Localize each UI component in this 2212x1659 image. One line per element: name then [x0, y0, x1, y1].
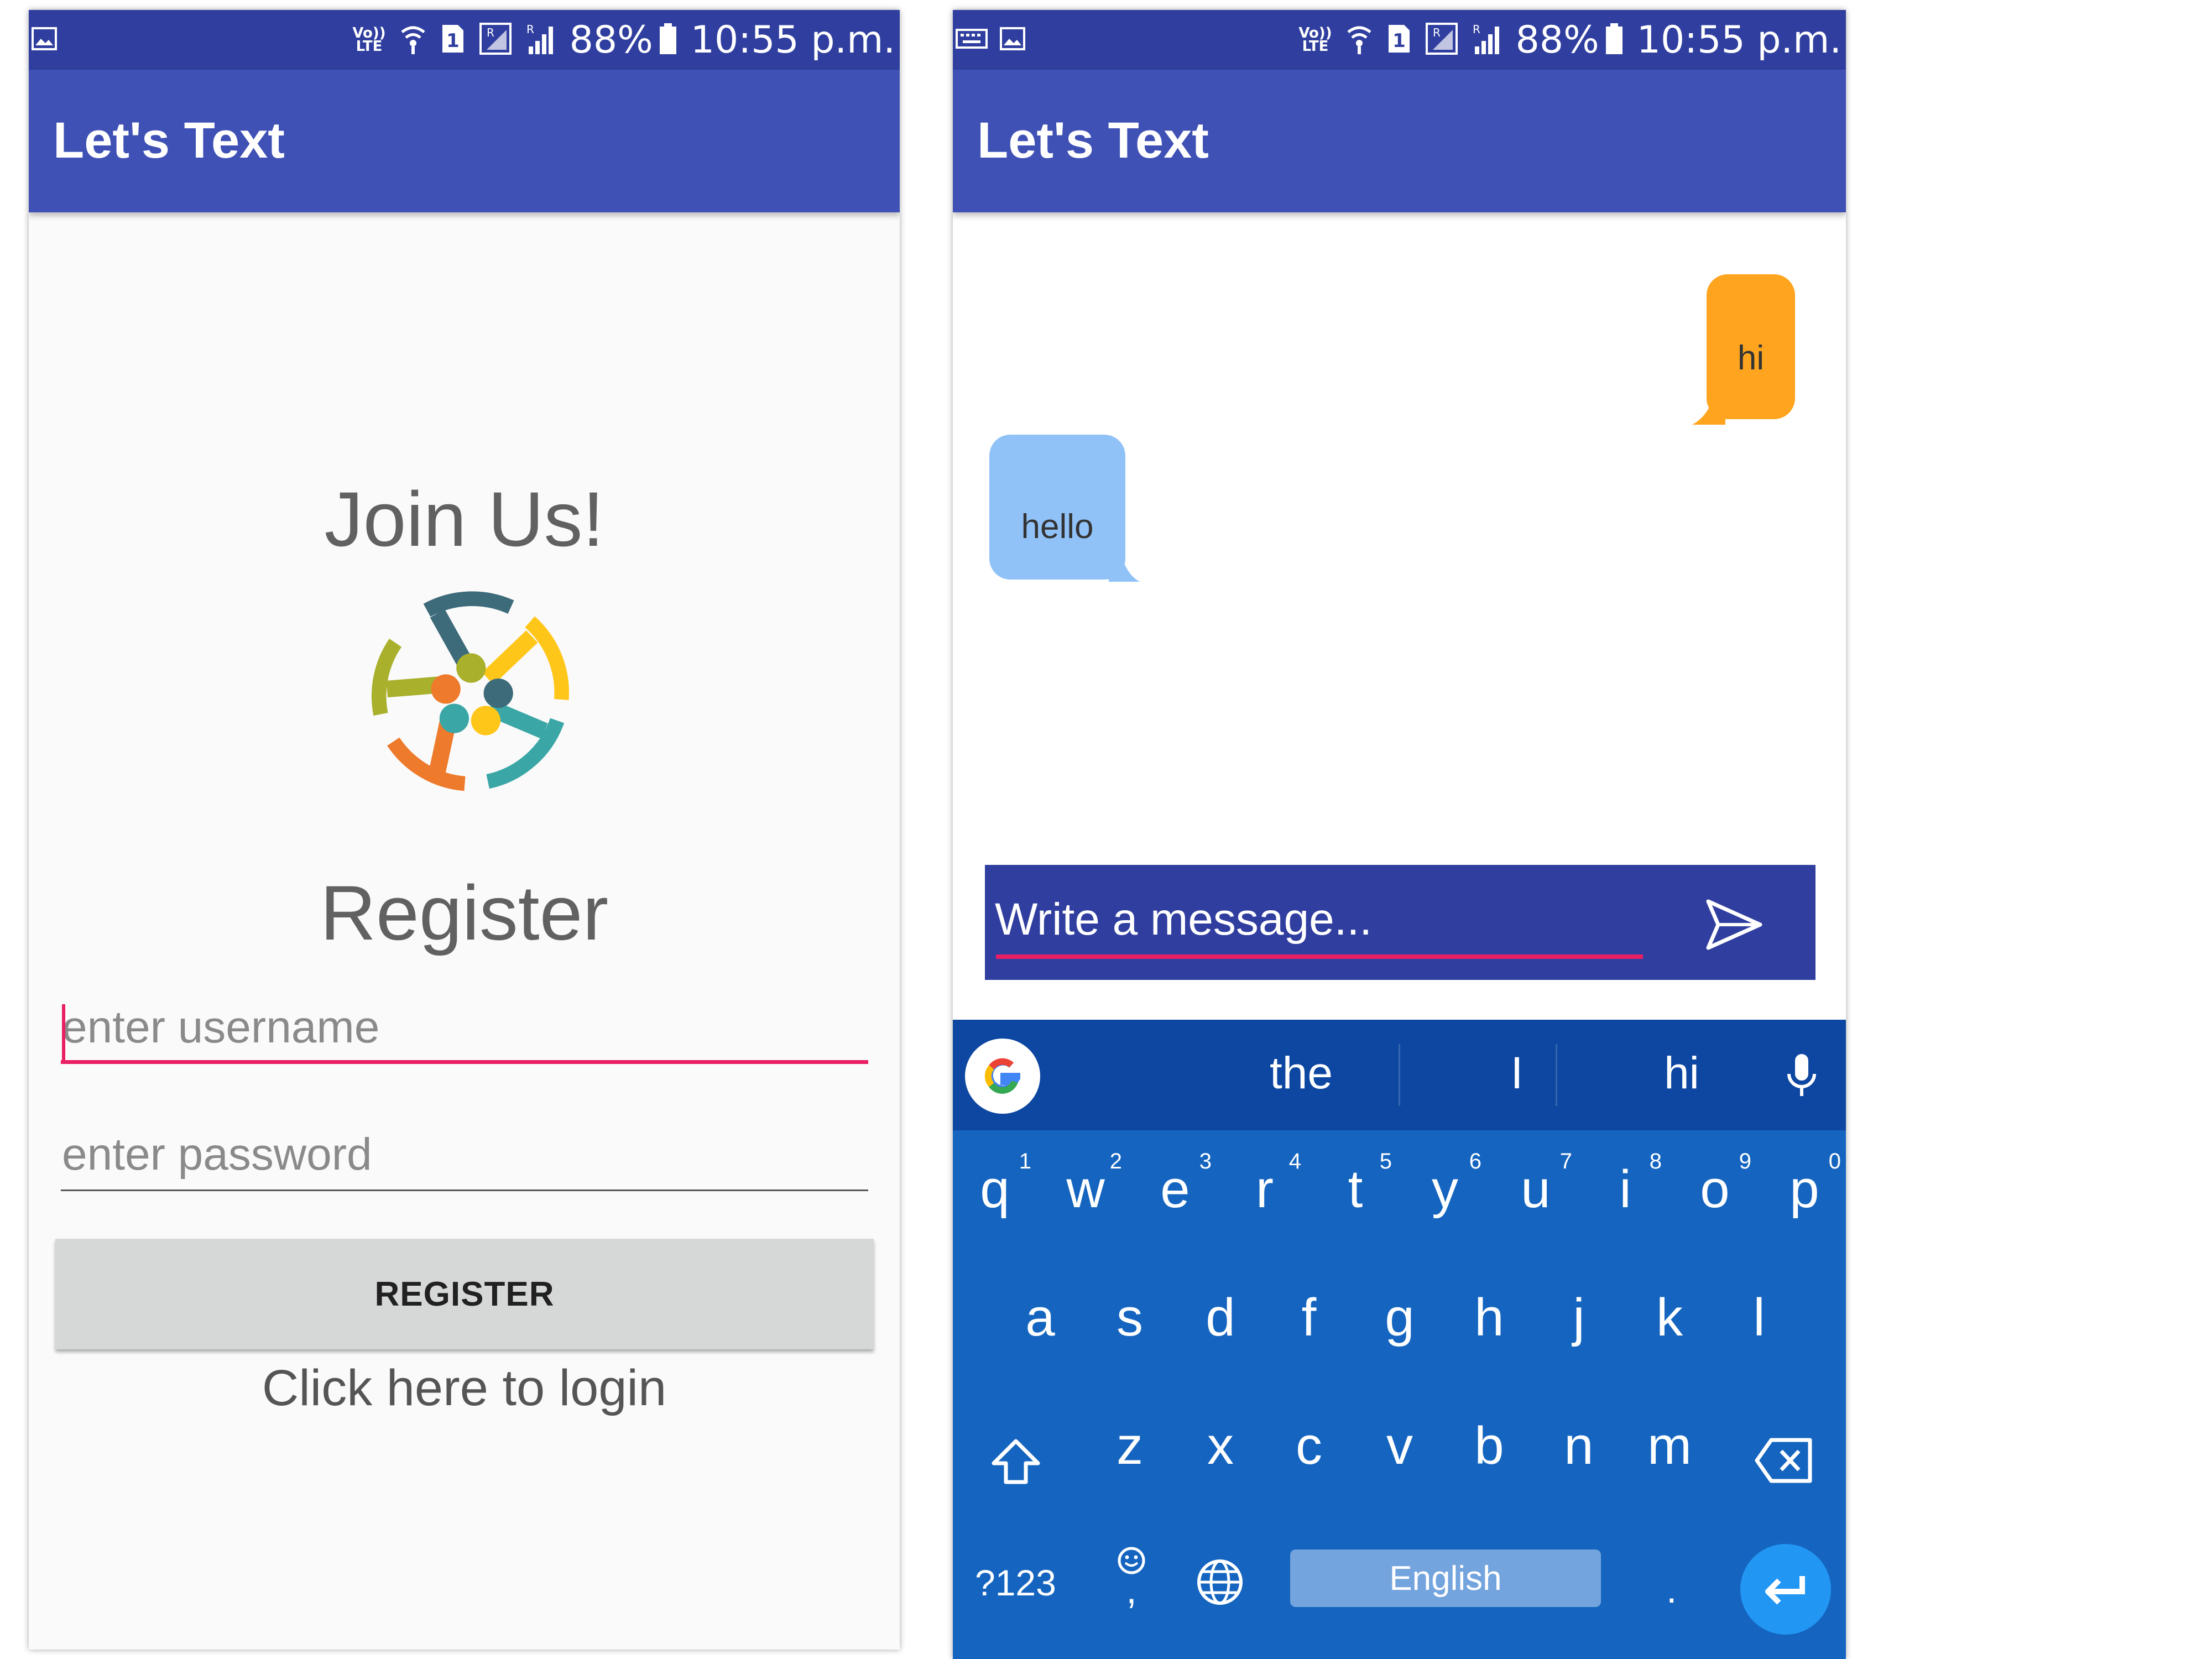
app-bar: Let's Text: [953, 70, 1846, 212]
key-r[interactable]: r4: [1232, 1149, 1301, 1220]
username-field[interactable]: [61, 994, 868, 1072]
message-text: hello: [1021, 507, 1094, 546]
period-key[interactable]: .: [1666, 1567, 1677, 1611]
suggestion-2[interactable]: I: [1434, 1047, 1600, 1099]
wifi-icon: [399, 22, 427, 58]
app-bar: Let's Text: [29, 70, 900, 212]
status-bar: Vo)) LTE 1 R R 88% 10:55 p.m.: [29, 10, 900, 70]
message-input-underline: [996, 954, 1643, 959]
space-key[interactable]: English: [1290, 1550, 1601, 1607]
enter-icon: [1765, 1576, 1805, 1605]
microphone-icon[interactable]: [1782, 1052, 1821, 1102]
community-hands-logo: [371, 591, 569, 791]
image-notification-icon: [31, 27, 58, 53]
sim-1-icon: 1: [1386, 23, 1412, 57]
volte-indicator: Vo)) LTE: [1298, 25, 1332, 55]
username-input[interactable]: [61, 994, 868, 1061]
register-screen: Vo)) LTE 1 R R 88% 10:55 p.m. Let's Text …: [29, 10, 900, 1650]
password-underline: [61, 1190, 868, 1191]
battery-percent: 88%: [1515, 18, 1599, 62]
key-g[interactable]: g: [1366, 1287, 1433, 1348]
clock: 10:55 p.m.: [690, 18, 895, 62]
text-cursor: [62, 1004, 65, 1064]
key-c[interactable]: c: [1276, 1416, 1342, 1477]
register-title: Register: [320, 869, 609, 956]
key-f[interactable]: f: [1276, 1287, 1342, 1348]
signal-strength-icon: R: [525, 22, 556, 58]
join-title: Join Us!: [324, 476, 604, 562]
suggestion-divider: [1399, 1044, 1400, 1106]
key-e[interactable]: e3: [1142, 1149, 1212, 1220]
message-input[interactable]: [995, 889, 1636, 950]
google-g-icon[interactable]: [965, 1039, 1040, 1114]
message-text: hi: [1737, 338, 1765, 377]
signal-strength-icon: R: [1472, 22, 1503, 58]
app-title: Let's Text: [977, 112, 1209, 169]
symbols-key[interactable]: ?123: [975, 1562, 1056, 1604]
shift-icon[interactable]: [988, 1436, 1044, 1491]
key-k[interactable]: k: [1636, 1287, 1703, 1348]
sim-1-icon: 1: [440, 23, 466, 57]
key-z[interactable]: z: [1097, 1416, 1163, 1477]
key-u[interactable]: u7: [1503, 1149, 1572, 1220]
key-x[interactable]: x: [1187, 1416, 1254, 1477]
suggestion-1[interactable]: the: [1218, 1047, 1384, 1099]
backspace-icon[interactable]: [1754, 1436, 1814, 1485]
key-t[interactable]: t5: [1322, 1149, 1392, 1220]
svg-text:1: 1: [1392, 30, 1406, 52]
battery-percent: 88%: [569, 18, 653, 62]
clock: 10:55 p.m.: [1636, 18, 1841, 62]
received-message-bubble[interactable]: hello: [989, 435, 1125, 580]
send-icon[interactable]: [1704, 897, 1765, 952]
app-title: Let's Text: [53, 112, 285, 169]
battery-icon: [1605, 22, 1624, 58]
key-d[interactable]: d: [1187, 1287, 1254, 1348]
suggestion-3[interactable]: hi: [1599, 1047, 1765, 1099]
key-h[interactable]: h: [1456, 1287, 1522, 1348]
globe-icon[interactable]: [1195, 1557, 1245, 1607]
key-o[interactable]: o9: [1682, 1149, 1751, 1220]
status-bar: Vo)) LTE 1 R R 88% 10:55 p.m.: [953, 10, 1846, 70]
enter-key[interactable]: [1740, 1544, 1831, 1635]
key-s[interactable]: s: [1097, 1287, 1163, 1348]
key-a[interactable]: a: [1007, 1287, 1073, 1348]
svg-text:R: R: [487, 26, 494, 39]
battery-icon: [659, 22, 677, 58]
chat-screen: Vo)) LTE 1 R R 88% 10:55 p.m. Let's Text …: [953, 10, 1846, 1659]
signal-roaming-icon: R: [1425, 22, 1458, 58]
suggestion-bar: the I hi: [953, 1020, 1846, 1130]
sent-message-bubble[interactable]: hi: [1707, 274, 1795, 419]
key-i[interactable]: i8: [1592, 1149, 1662, 1220]
svg-text:R: R: [1473, 23, 1480, 36]
key-q[interactable]: q1: [962, 1149, 1031, 1220]
key-m[interactable]: m: [1636, 1416, 1703, 1477]
password-field[interactable]: [61, 1121, 868, 1199]
key-v[interactable]: v: [1366, 1416, 1433, 1477]
soft-keyboard: the I hi q1 w2 e3 r4 t5 y6 u7 i8 o9 p0 a…: [953, 1020, 1846, 1659]
suggestion-divider: [1556, 1044, 1557, 1106]
keyboard-notification-icon: [955, 27, 988, 53]
emoji-comma-key[interactable]: ,: [1112, 1545, 1151, 1611]
key-l[interactable]: l: [1726, 1287, 1792, 1348]
signal-roaming-icon: R: [479, 22, 512, 58]
message-composer: [985, 865, 1815, 980]
key-p[interactable]: p0: [1771, 1149, 1841, 1220]
key-y[interactable]: y6: [1412, 1149, 1481, 1220]
volte-indicator: Vo)) LTE: [352, 25, 386, 55]
key-j[interactable]: j: [1546, 1287, 1612, 1348]
key-n[interactable]: n: [1546, 1416, 1612, 1477]
wifi-icon: [1345, 22, 1373, 58]
svg-text:R: R: [1433, 26, 1441, 39]
svg-text:R: R: [526, 23, 534, 36]
svg-text:1: 1: [446, 30, 460, 52]
register-button[interactable]: REGISTER: [55, 1239, 874, 1349]
login-link[interactable]: Click here to login: [29, 1359, 900, 1417]
comma-label: ,: [1126, 1568, 1137, 1611]
key-b[interactable]: b: [1456, 1416, 1522, 1477]
password-input[interactable]: [61, 1121, 868, 1188]
username-underline: [61, 1060, 868, 1064]
key-w[interactable]: w2: [1052, 1149, 1122, 1220]
image-notification-icon: [999, 27, 1026, 53]
